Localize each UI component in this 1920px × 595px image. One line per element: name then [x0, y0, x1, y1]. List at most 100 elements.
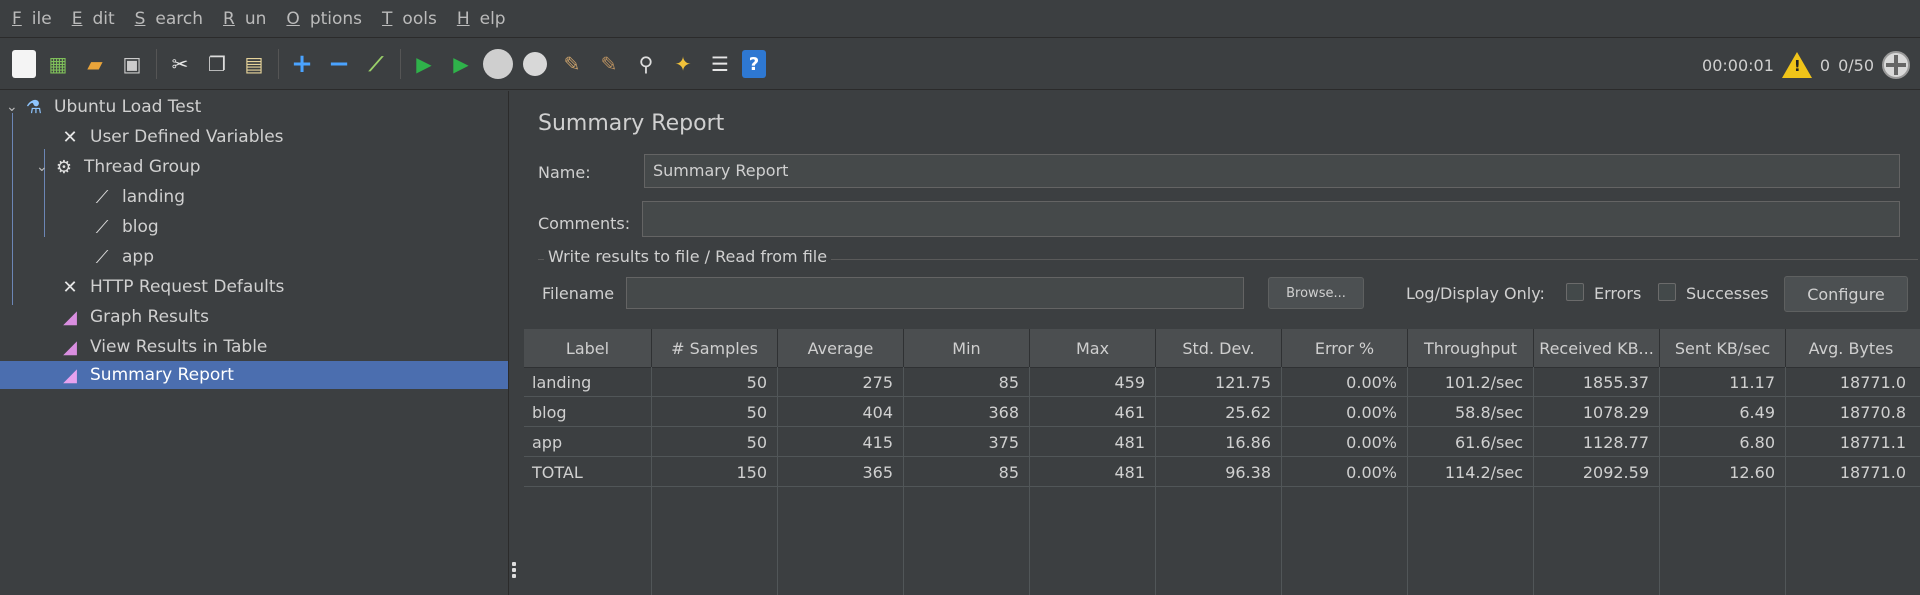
toggle-icon[interactable]: ⟋ [361, 49, 391, 79]
tree-node-graph-results[interactable]: ◢ Graph Results [58, 303, 209, 331]
table-cell: 365 [778, 457, 904, 487]
table-cell: 0.00% [1282, 367, 1408, 397]
column-header-received[interactable]: Received KB... [1534, 329, 1660, 367]
filename-field[interactable] [626, 277, 1244, 309]
collapse-all-icon[interactable]: − [324, 49, 354, 79]
menu-bar: File Edit Search Run Options Tools Help [0, 0, 1920, 38]
open-icon[interactable]: ▰ [80, 49, 110, 79]
column-divider [777, 367, 778, 595]
shutdown-icon[interactable] [520, 49, 550, 79]
table-cell: app [524, 427, 652, 457]
page-title: Summary Report [538, 111, 725, 136]
column-header-std-dev[interactable]: Std. Dev. [1156, 329, 1282, 367]
elapsed-time: 00:00:01 [1702, 55, 1774, 75]
column-header-throughput[interactable]: Throughput [1408, 329, 1534, 367]
name-field[interactable]: Summary Report [644, 154, 1900, 188]
chevron-down-icon[interactable]: ⌄ [6, 99, 22, 115]
table-cell: 481 [1030, 427, 1156, 457]
filename-label: Filename [542, 284, 615, 303]
column-divider [1659, 367, 1660, 595]
help-icon[interactable]: ? [742, 50, 766, 78]
menu-options[interactable]: Options [282, 9, 368, 29]
column-header-min[interactable]: Min [904, 329, 1030, 367]
function-helper-icon[interactable]: ☰ [705, 49, 735, 79]
stop-icon[interactable] [483, 49, 513, 79]
table-cell: 404 [778, 397, 904, 427]
column-divider [1785, 367, 1786, 595]
wrench-icon: ✕ [62, 276, 78, 298]
column-header-avg-bytes[interactable]: Avg. Bytes [1786, 329, 1916, 367]
table-row[interactable]: landing 50 275 85 459 121.75 0.00% 101.2… [524, 367, 1920, 397]
tree-node-udv[interactable]: ✕ User Defined Variables [58, 123, 283, 151]
menu-help[interactable]: Help [453, 9, 512, 29]
tree-node-thread-group[interactable]: ⌄ ⚙ Thread Group [36, 153, 201, 181]
column-header-average[interactable]: Average [778, 329, 904, 367]
column-header-sent[interactable]: Sent KB/sec [1660, 329, 1786, 367]
summary-report-panel: Summary Report Name: Summary Report Comm… [524, 91, 1920, 595]
errors-checkbox[interactable] [1566, 283, 1584, 301]
active-threads: 0/50 [1838, 55, 1874, 75]
warning-count: 0 [1819, 55, 1831, 75]
column-header-samples[interactable]: # Samples [652, 329, 778, 367]
paste-icon[interactable]: ▤ [239, 49, 269, 79]
column-divider [651, 367, 652, 595]
comments-field[interactable] [642, 201, 1900, 237]
browse-button[interactable]: Browse... [1268, 277, 1364, 309]
chevron-down-icon[interactable]: ⌄ [36, 159, 52, 175]
configure-button[interactable]: Configure [1784, 276, 1908, 312]
tree-node-landing[interactable]: ⟋ landing [90, 183, 185, 211]
table-cell: 18771.0 [1839, 372, 1906, 392]
start-no-pauses-icon[interactable]: ▶ [446, 49, 476, 79]
table-cell: 459 [1030, 367, 1156, 397]
menu-tools[interactable]: Tools [378, 9, 443, 29]
start-icon[interactable]: ▶ [409, 49, 439, 79]
remote-hosts-icon[interactable] [1882, 51, 1910, 79]
column-header-label[interactable]: Label [524, 329, 652, 367]
menu-run[interactable]: Run [219, 9, 272, 29]
table-cell: 6.80 [1660, 427, 1786, 457]
clear-icon[interactable]: ✎ [557, 49, 587, 79]
toolbar-separator [278, 49, 279, 79]
copy-icon[interactable]: ❐ [202, 49, 232, 79]
table-row[interactable]: blog 50 404 368 461 25.62 0.00% 58.8/sec… [524, 397, 1920, 427]
table-cell: 114.2/sec [1408, 457, 1534, 487]
table-row[interactable]: app 50 415 375 481 16.86 0.00% 61.6/sec … [524, 427, 1920, 457]
table-cell: 16.86 [1156, 427, 1282, 457]
table-cell: 18771.1 [1839, 432, 1906, 452]
menu-edit[interactable]: Edit [68, 9, 121, 29]
clear-all-icon[interactable]: ✎ [594, 49, 624, 79]
search-icon[interactable]: ⚲ [631, 49, 661, 79]
expand-all-icon[interactable]: + [287, 49, 317, 79]
tree-node-app[interactable]: ⟋ app [90, 243, 154, 271]
table-row-total[interactable]: TOTAL 150 365 85 481 96.38 0.00% 114.2/s… [524, 457, 1920, 487]
table-cell: 18771.0 [1839, 462, 1906, 482]
tree-node-label: blog [122, 217, 159, 237]
reset-search-icon[interactable]: ✦ [668, 49, 698, 79]
successes-checkbox[interactable] [1658, 283, 1676, 301]
tree-node-view-results-table[interactable]: ◢ View Results in Table [58, 333, 267, 361]
tree-node-label: app [122, 247, 154, 267]
tree-node-root[interactable]: ⌄ ⚗ Ubuntu Load Test [6, 93, 201, 121]
column-header-max[interactable]: Max [1030, 329, 1156, 367]
column-header-error-pct[interactable]: Error % [1282, 329, 1408, 367]
tree-guide-line [12, 113, 13, 305]
pipette-icon: ⟋ [95, 216, 109, 238]
new-icon[interactable] [12, 50, 36, 78]
menu-file[interactable]: File [8, 9, 58, 29]
warning-icon[interactable] [1781, 52, 1812, 78]
successes-label: Successes [1686, 284, 1769, 303]
table-cell: 50 [652, 367, 778, 397]
menu-search[interactable]: Search [131, 9, 209, 29]
tree-node-blog[interactable]: ⟋ blog [90, 213, 159, 241]
pipette-icon: ⟋ [95, 246, 109, 268]
tree-node-summary-report[interactable]: ◢ Summary Report [0, 361, 508, 389]
column-divider [1155, 367, 1156, 595]
table-cell: 1855.37 [1534, 367, 1660, 397]
table-cell: 481 [1030, 457, 1156, 487]
splitter-handle[interactable] [511, 560, 517, 586]
cut-icon[interactable]: ✂ [165, 49, 195, 79]
tree-node-http-defaults[interactable]: ✕ HTTP Request Defaults [58, 273, 284, 301]
tree-node-label: Thread Group [84, 157, 201, 177]
templates-icon[interactable]: ▦ [43, 49, 73, 79]
save-icon[interactable]: ▣ [117, 49, 147, 79]
